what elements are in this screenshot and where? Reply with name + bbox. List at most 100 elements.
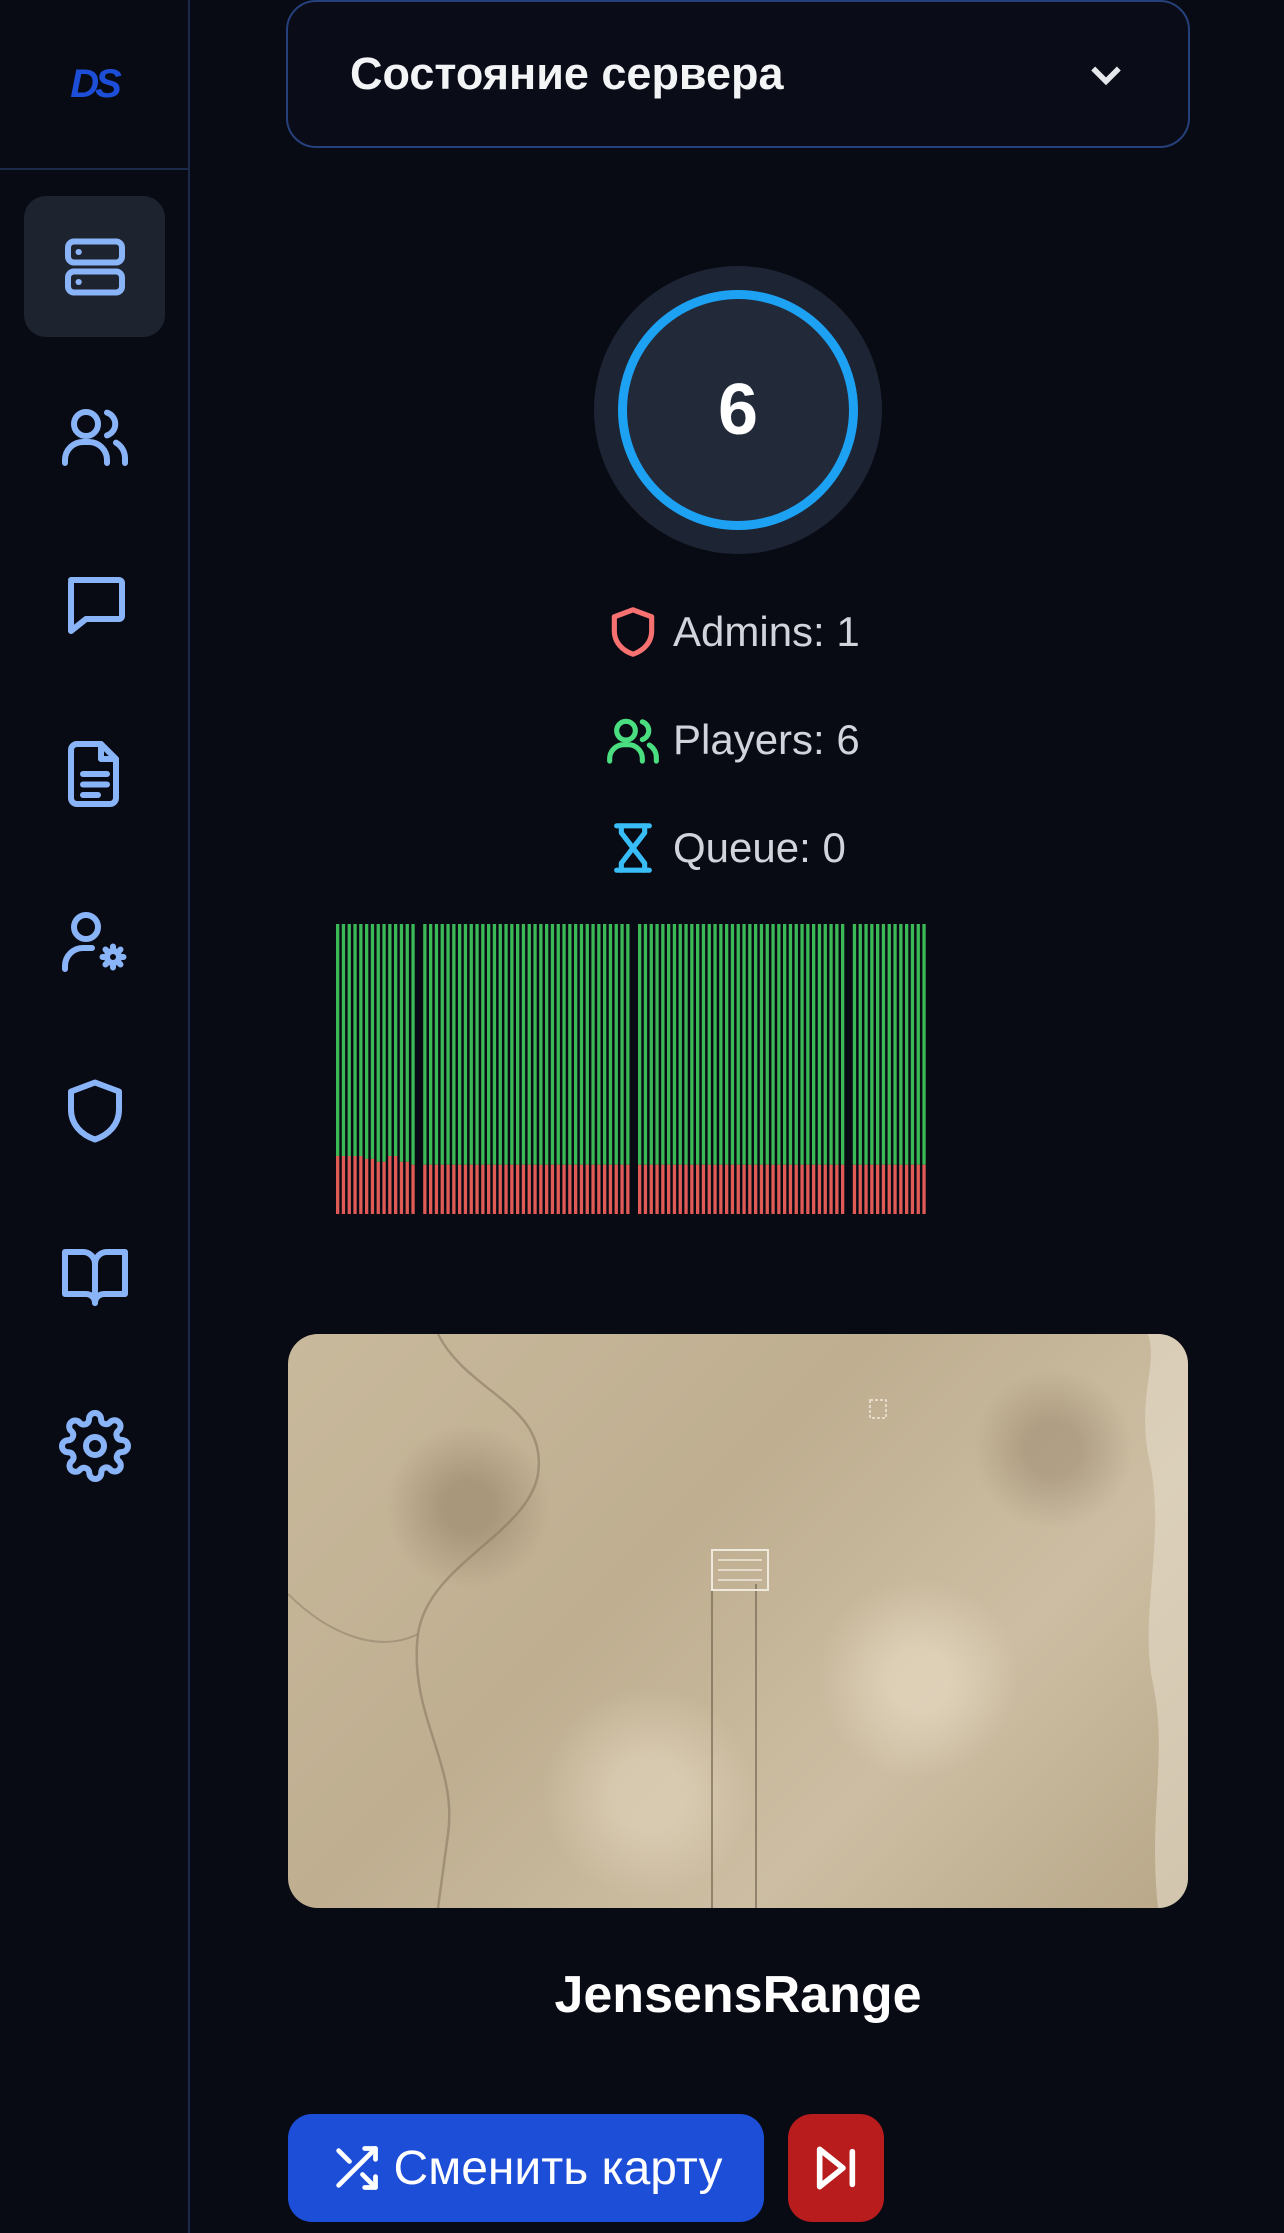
- chart-bar-base: [899, 1164, 903, 1214]
- chart-bar-base: [562, 1164, 566, 1214]
- chart-bar-base: [626, 1164, 630, 1214]
- chart-bar-players: [347, 924, 351, 1156]
- sidebar-item-admins[interactable]: [24, 1040, 165, 1181]
- chart-bar-players: [696, 924, 700, 1165]
- chart-bar-players: [829, 924, 833, 1165]
- chart-bar-base: [603, 1164, 607, 1214]
- change-map-button[interactable]: Сменить карту: [288, 2114, 764, 2222]
- admins-count: Admins: 1: [673, 608, 860, 655]
- chart-bar-base: [887, 1164, 891, 1214]
- chart-bar-players: [783, 924, 787, 1165]
- player-count-value: 6: [717, 370, 759, 450]
- chart-bar-players: [701, 924, 706, 1165]
- book-icon: [61, 1248, 128, 1306]
- chart-bar-base: [725, 1164, 729, 1214]
- chart-bar-base: [545, 1164, 549, 1214]
- chart-bar-base: [347, 1156, 351, 1214]
- chart-bar-players: [504, 924, 508, 1165]
- gauge-ring: 6: [618, 290, 858, 530]
- sidebar-item-players[interactable]: [24, 365, 165, 506]
- chart-bar-players: [556, 924, 560, 1165]
- chart-bar-players: [864, 924, 868, 1165]
- chart-bar-base: [870, 1164, 874, 1214]
- chart-bar-players: [899, 924, 903, 1165]
- sidebar-item-user-settings[interactable]: [24, 871, 165, 1012]
- chart-bar-base: [399, 1161, 404, 1214]
- chart-bar-players: [881, 924, 886, 1165]
- chart-bar-base: [864, 1164, 868, 1214]
- chart-bar-base: [620, 1164, 624, 1214]
- users-icon: [607, 718, 659, 764]
- chart-bar-players: [771, 924, 775, 1165]
- chart-bar-players: [411, 924, 415, 1165]
- chart-bar-base: [608, 1164, 613, 1214]
- chart-bar-players: [626, 924, 630, 1165]
- chart-bar-base: [788, 1164, 793, 1214]
- chart-bar-base: [429, 1164, 433, 1214]
- chart-bar-base: [696, 1164, 700, 1214]
- chart-bar-base: [527, 1164, 531, 1214]
- chart-bar-base: [382, 1161, 386, 1214]
- chart-bar-players: [638, 924, 642, 1165]
- chart-bar-base: [498, 1164, 502, 1214]
- sidebar-item-chat[interactable]: [24, 533, 165, 674]
- chart-bar-base: [916, 1164, 920, 1214]
- map-terrain: [288, 1334, 1188, 1908]
- logo[interactable]: DS: [70, 62, 122, 107]
- chart-bar-players: [765, 924, 769, 1165]
- chart-bar-base: [423, 1164, 427, 1214]
- sidebar-item-servers[interactable]: [24, 196, 165, 337]
- chart-bar-base: [748, 1164, 752, 1214]
- chart-bar-players: [684, 924, 688, 1165]
- chart-bar-players: [893, 924, 897, 1165]
- chart-bar-players: [620, 924, 624, 1165]
- chart-bar-players: [487, 924, 491, 1165]
- sidebar-item-rules[interactable]: [24, 1205, 165, 1346]
- chart-bar-players: [434, 924, 439, 1165]
- chart-bar-base: [667, 1164, 671, 1214]
- chart-bar-base: [452, 1164, 456, 1214]
- chart-bar-base: [463, 1164, 468, 1214]
- shield-icon: [67, 1079, 122, 1142]
- chart-bar-base: [579, 1164, 584, 1214]
- chart-bar-players: [713, 924, 717, 1165]
- chart-bar-players: [742, 924, 746, 1165]
- chart-bar-players: [608, 924, 613, 1165]
- chart-bar-players: [498, 924, 502, 1165]
- server-selector-dropdown[interactable]: Состояние сервера: [286, 0, 1190, 148]
- chart-bar-base: [777, 1164, 781, 1214]
- chart-bar-base: [835, 1164, 839, 1214]
- chart-bar-players: [852, 924, 857, 1165]
- chart-bar-base: [516, 1164, 520, 1214]
- chart-bar-base: [765, 1164, 769, 1214]
- skip-map-button[interactable]: [788, 2114, 884, 2222]
- chart-bar-base: [823, 1164, 827, 1214]
- chart-bar-base: [568, 1164, 572, 1214]
- chart-bar-base: [638, 1164, 642, 1214]
- sidebar-item-logs[interactable]: [24, 703, 165, 844]
- chart-bar-base: [440, 1164, 444, 1214]
- shuffle-icon: [335, 2146, 378, 2190]
- chart-bar-base: [394, 1156, 398, 1214]
- chart-bar-players: [469, 924, 473, 1165]
- chart-bar-players: [794, 924, 798, 1165]
- chart-bar-players: [388, 924, 392, 1156]
- chart-bar-players: [492, 924, 497, 1165]
- chart-bar-base: [730, 1164, 735, 1214]
- chart-bar-base: [852, 1164, 857, 1214]
- chart-bar-players: [574, 924, 578, 1165]
- chart-bar-base: [556, 1164, 560, 1214]
- chart-bar-base: [678, 1164, 682, 1214]
- logo-area: DS: [0, 0, 188, 170]
- chart-bar-base: [806, 1164, 810, 1214]
- chart-bar-players: [887, 924, 891, 1165]
- server-icon: [64, 238, 125, 295]
- chart-bar-base: [539, 1164, 543, 1214]
- sidebar-item-settings[interactable]: [24, 1375, 165, 1516]
- chart-bar-base: [510, 1164, 514, 1214]
- chart-bar-players: [365, 924, 369, 1159]
- chart-bar-base: [649, 1164, 653, 1214]
- chart-bar-players: [835, 924, 839, 1165]
- user-gear-icon: [61, 911, 126, 972]
- chart-bar-players: [916, 924, 920, 1165]
